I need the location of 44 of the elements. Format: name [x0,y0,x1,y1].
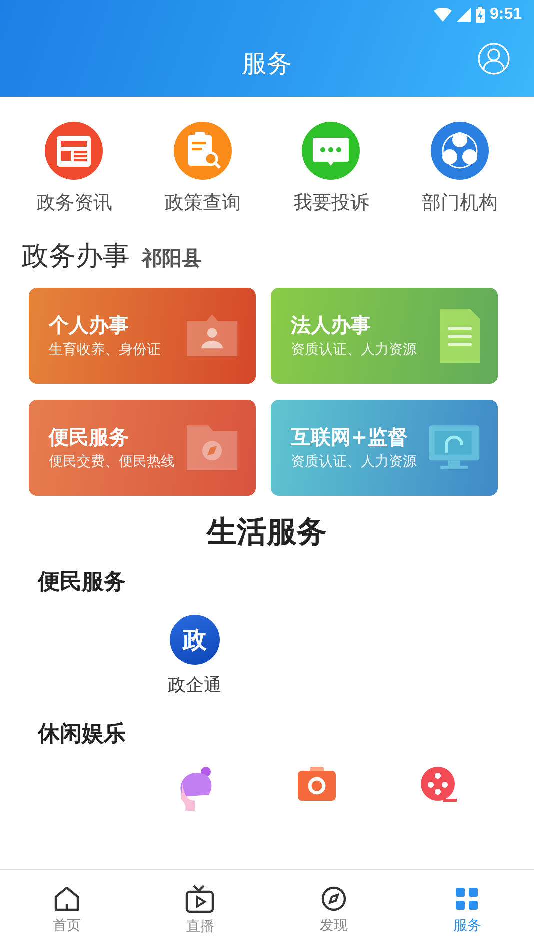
section-title: 政务办事 [22,240,130,274]
camera-icon [298,767,336,801]
chat-bubble-icon [302,122,360,180]
group-title: 便民服务 [36,569,127,597]
gov-badge-icon: 政 [170,615,220,665]
film-reel-icon [421,767,457,803]
wifi-icon [434,8,452,22]
service-card[interactable]: 便民服务 便民交费、便民热线 [29,400,256,496]
nav-tab[interactable]: 服务 [400,870,534,950]
shortcut-label[interactable]: 政务资讯 [36,190,112,216]
user-icon[interactable] [478,43,510,75]
home-icon [52,885,81,913]
nav-tab[interactable]: 发现 [267,870,400,950]
shortcut-label[interactable]: 部门机构 [422,190,498,216]
battery-icon [476,7,485,23]
section-title: 生活服务 [205,514,328,552]
card-title: 便民服务 [49,424,130,452]
folder-compass-icon [185,423,240,473]
shortcut-label[interactable]: 我要投诉 [293,190,370,216]
shortcut-label[interactable]: 政策查询 [164,190,241,216]
card-subtitle: 资质认证、人力资源 [291,453,418,472]
card-subtitle: 生育收养、身份证 [49,341,162,360]
tv-play-icon [185,884,216,914]
card-title: 互联网+监督 [291,424,409,452]
clipboard-search-icon [174,122,232,180]
nav-tab[interactable]: 首页 [0,870,134,950]
service-card[interactable]: 互联网+监督 资质认证、人力资源 [271,400,498,496]
compass-icon [320,885,348,913]
service-label[interactable]: 政企通 [168,673,222,697]
nav-tab[interactable]: 直播 [134,870,267,950]
card-subtitle: 资质认证、人力资源 [291,341,418,360]
card-subtitle: 便民交费、便民热线 [49,453,176,472]
service-card[interactable]: 个人办事 生育收养、身份证 [29,288,256,384]
service-card[interactable]: 法人办事 资质认证、人力资源 [271,288,498,384]
region-label[interactable]: 祁阳县 [142,245,202,272]
three-circles-icon [430,122,489,180]
header-title: 服务 [242,48,292,80]
document-icon [438,307,482,365]
card-title: 法人办事 [291,312,372,340]
news-icon [45,122,104,180]
card-title: 个人办事 [49,312,130,340]
group-title: 休闲娱乐 [36,721,127,749]
status-time: 9:51 [490,6,522,24]
signal-icon [456,8,471,22]
